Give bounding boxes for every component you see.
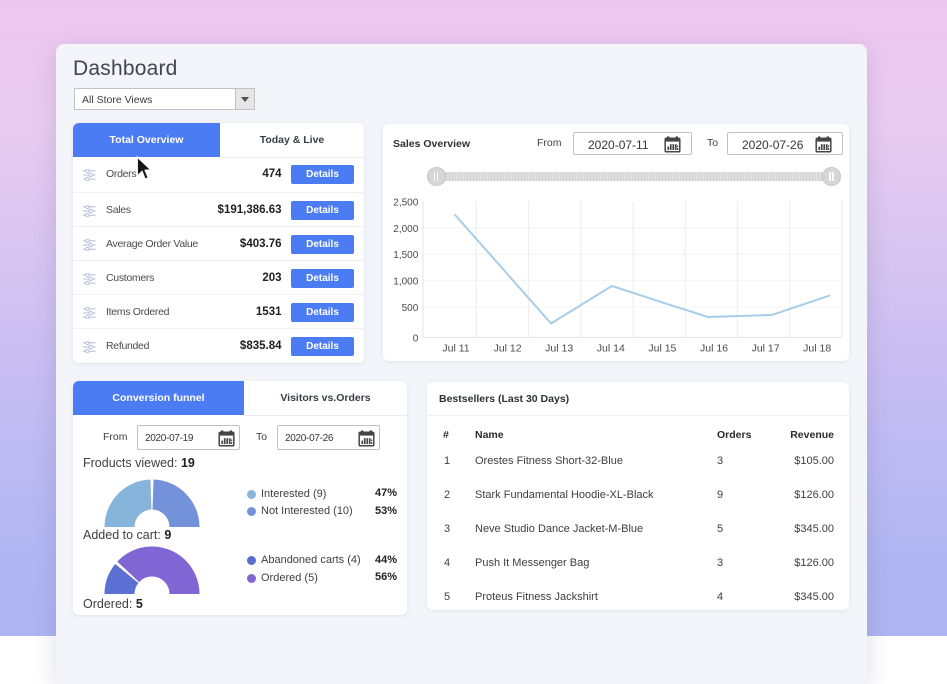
svg-text:Jul 11: Jul 11 (442, 343, 469, 355)
svg-text:500: 500 (402, 303, 419, 314)
svg-text:2,000: 2,000 (393, 224, 418, 235)
svg-text:Jul 12: Jul 12 (494, 343, 522, 355)
svg-text:Jul 15: Jul 15 (648, 343, 676, 355)
svg-text:Jul 18: Jul 18 (803, 343, 831, 355)
svg-text:2,500: 2,500 (393, 197, 418, 208)
svg-text:Jul 17: Jul 17 (752, 343, 780, 355)
svg-text:Jul 13: Jul 13 (545, 343, 573, 355)
svg-text:1,500: 1,500 (393, 250, 418, 261)
svg-text:0: 0 (413, 333, 419, 344)
svg-text:Jul 14: Jul 14 (597, 343, 625, 355)
svg-text:1,000: 1,000 (393, 277, 418, 288)
svg-text:Jul 16: Jul 16 (700, 343, 728, 355)
